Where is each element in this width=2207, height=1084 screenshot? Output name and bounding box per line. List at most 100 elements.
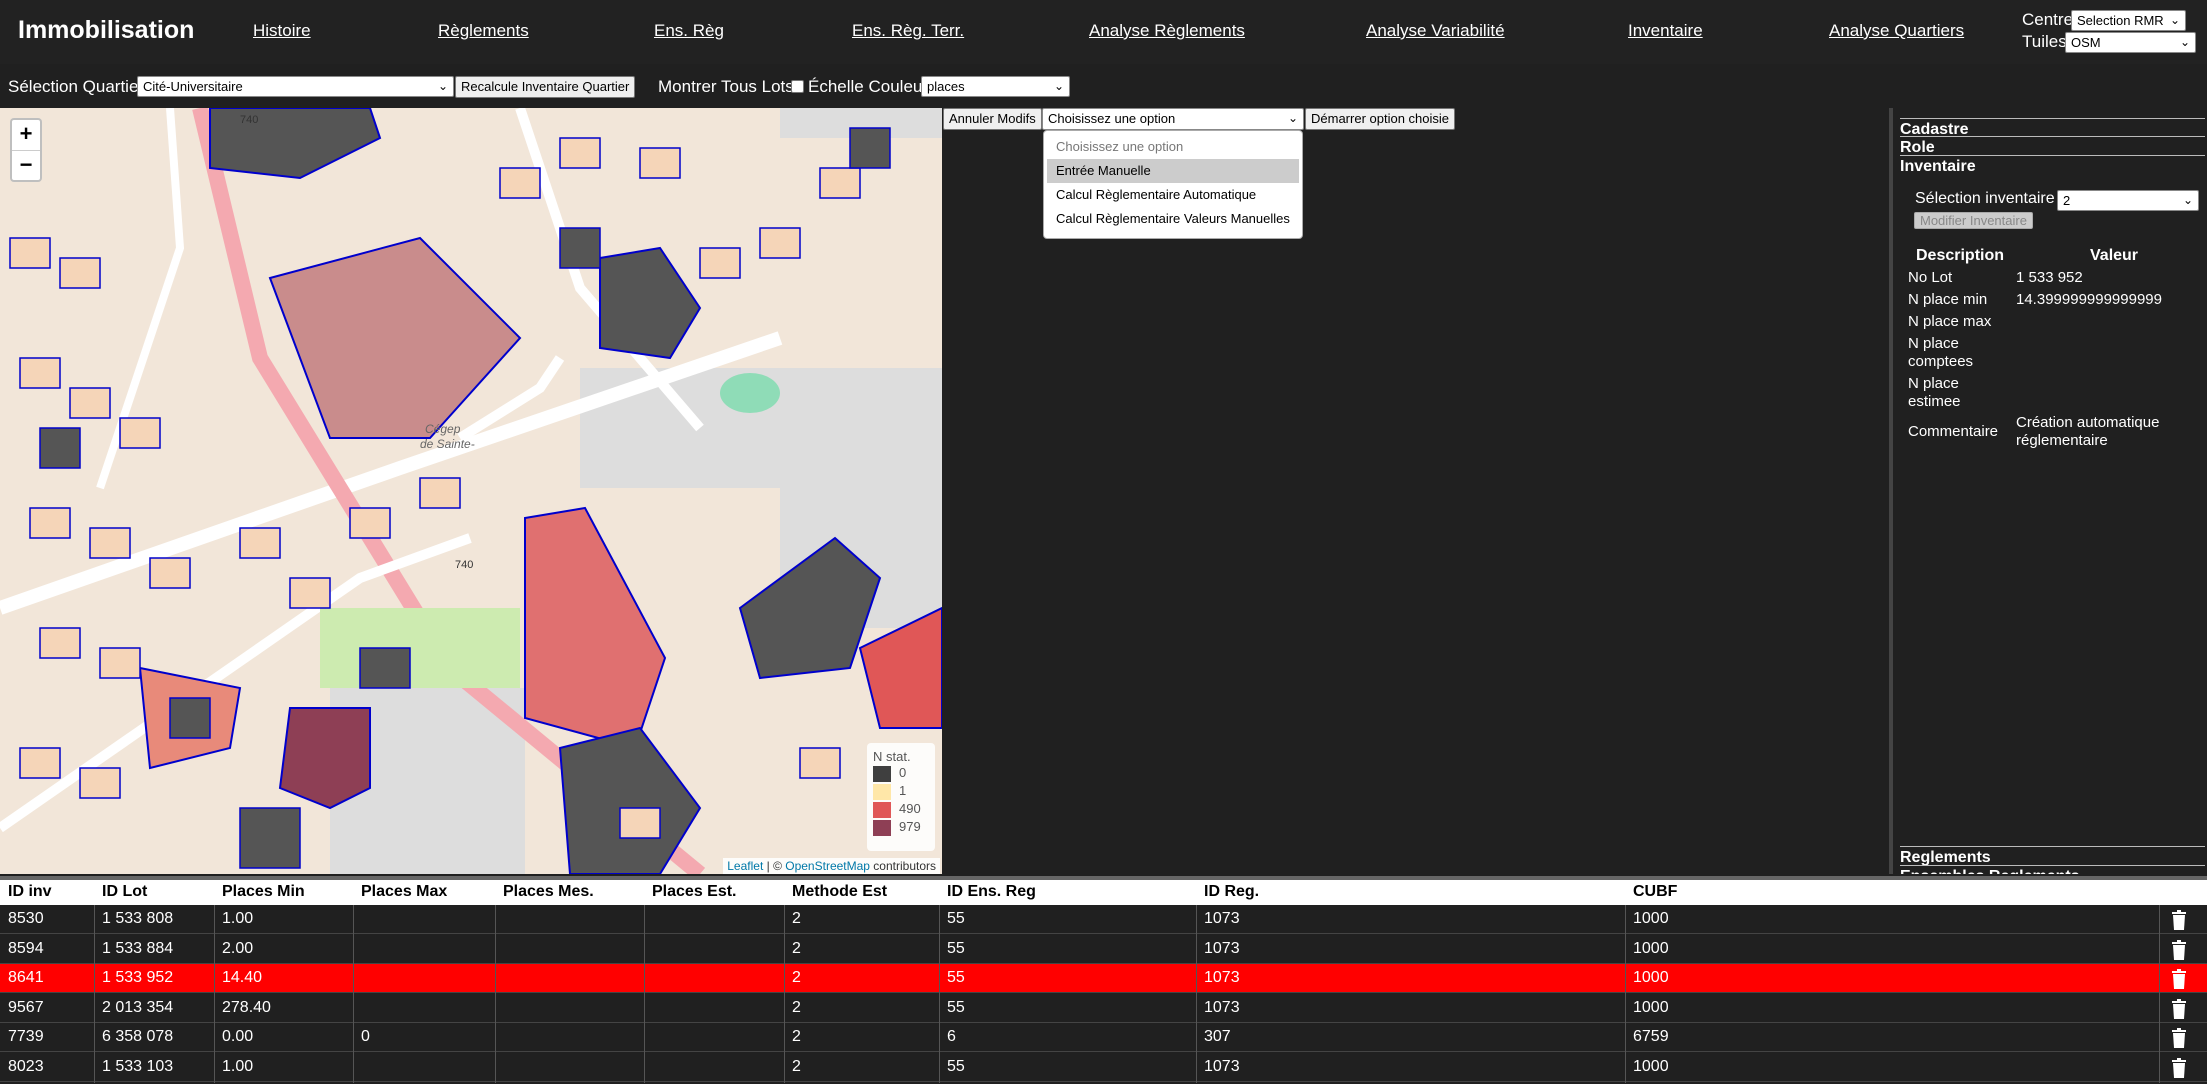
trash-icon[interactable] bbox=[2169, 998, 2189, 1020]
map[interactable]: Cégep de Sainte- 740 740 + − N stat. 0 1… bbox=[0, 108, 942, 874]
trash-icon[interactable] bbox=[2169, 1027, 2189, 1049]
zoom-out-button[interactable]: − bbox=[12, 150, 40, 180]
leaflet-link[interactable]: Leaflet bbox=[727, 859, 763, 873]
cancel-changes-button[interactable]: Annuler Modifs bbox=[943, 108, 1042, 130]
table-cell: 2 bbox=[792, 998, 801, 1016]
table-row[interactable]: 8594 1 533 884 2.00 2 55 1073 1000 bbox=[0, 935, 2207, 964]
th-places-max[interactable]: Places Max bbox=[361, 883, 447, 901]
nav-ens-reg[interactable]: Ens. Règ bbox=[654, 21, 724, 41]
table-head-description: Description bbox=[1916, 247, 2005, 264]
trash-icon[interactable] bbox=[2169, 968, 2189, 990]
table-cell: 1 533 884 bbox=[102, 939, 174, 957]
color-scale-select[interactable]: places ⌄ bbox=[921, 76, 1070, 97]
table-cell: 1073 bbox=[1204, 998, 1240, 1016]
row-val: 1 533 952 bbox=[2016, 269, 2083, 286]
th-methode-est[interactable]: Methode Est bbox=[792, 883, 887, 901]
legend-swatch bbox=[873, 801, 891, 818]
table-row[interactable]: 9567 2 013 354 278.40 2 55 1073 1000 bbox=[0, 994, 2207, 1023]
chevron-down-icon: ⌄ bbox=[1053, 79, 1064, 93]
nav-analyse-quartiers[interactable]: Analyse Quartiers bbox=[1829, 21, 1964, 41]
map-tiles: Cégep de Sainte- 740 740 bbox=[0, 108, 942, 874]
dropdown-option-auto[interactable]: Calcul Règlementaire Automatique bbox=[1047, 183, 1299, 207]
section-reglements[interactable]: Reglements bbox=[1900, 846, 2205, 867]
nav-reglements[interactable]: Règlements bbox=[438, 21, 529, 41]
svg-text:de Sainte-: de Sainte- bbox=[420, 437, 475, 451]
table-cell: 307 bbox=[1204, 1028, 1231, 1045]
trash-icon[interactable] bbox=[2169, 1057, 2189, 1079]
table-cell: 2 bbox=[792, 1028, 801, 1045]
table-cell: 14.40 bbox=[222, 969, 263, 986]
chevron-down-icon: ⌄ bbox=[2179, 35, 2190, 49]
chevron-down-icon: ⌄ bbox=[2182, 193, 2193, 207]
th-places-est[interactable]: Places Est. bbox=[652, 883, 737, 901]
inventory-select[interactable]: 2 ⌄ bbox=[2057, 190, 2199, 211]
th-cubf[interactable]: CUBF bbox=[1633, 883, 1677, 901]
nav-analyse-reglements[interactable]: Analyse Règlements bbox=[1089, 21, 1245, 41]
show-all-lots-checkbox[interactable] bbox=[791, 80, 804, 93]
table-cell: 6759 bbox=[1633, 1028, 1669, 1045]
table-cell: 1.00 bbox=[222, 910, 254, 927]
table-cell: 9567 bbox=[8, 998, 44, 1016]
dropdown-option-placeholder: Choisissez une option bbox=[1056, 139, 1184, 154]
column-divider bbox=[2159, 905, 2160, 1083]
table-cell: 6 358 078 bbox=[102, 1028, 174, 1045]
row-desc: Commentaire bbox=[1908, 423, 1999, 440]
app-title: Immobilisation bbox=[18, 16, 195, 44]
trash-icon[interactable] bbox=[2169, 939, 2189, 961]
column-divider bbox=[1625, 905, 1626, 1083]
th-id-ens-reg[interactable]: ID Ens. Reg bbox=[947, 883, 1036, 901]
column-divider bbox=[495, 905, 496, 1083]
table-cell: 1000 bbox=[1633, 1057, 1669, 1075]
quartier-select[interactable]: Cité-Universitaire ⌄ bbox=[137, 76, 454, 97]
th-places-min[interactable]: Places Min bbox=[222, 883, 305, 901]
chevron-down-icon: ⌄ bbox=[1287, 111, 1298, 125]
nav-ens-reg-terr[interactable]: Ens. Règ. Terr. bbox=[852, 21, 964, 41]
table-cell: 278.40 bbox=[222, 998, 271, 1016]
th-id-lot[interactable]: ID Lot bbox=[102, 883, 147, 901]
tuiles-label: Tuiles bbox=[2022, 32, 2067, 51]
tuiles-select[interactable]: OSM ⌄ bbox=[2065, 32, 2196, 53]
nav-inventaire[interactable]: Inventaire bbox=[1628, 21, 1703, 41]
nav-histoire[interactable]: Histoire bbox=[253, 21, 311, 41]
inventory-table: ID inv ID Lot Places Min Places Max Plac… bbox=[0, 876, 2207, 1083]
start-option-button[interactable]: Démarrer option choisie bbox=[1305, 108, 1456, 130]
section-inventaire[interactable]: Inventaire bbox=[1900, 155, 2205, 176]
top-header: Immobilisation Histoire Règlements Ens. … bbox=[0, 0, 2207, 64]
chevron-down-icon: ⌄ bbox=[437, 79, 448, 93]
trash-icon[interactable] bbox=[2169, 909, 2189, 931]
osm-link[interactable]: OpenStreetMap bbox=[785, 859, 870, 873]
th-places-mes[interactable]: Places Mes. bbox=[503, 883, 594, 901]
modify-inventory-button[interactable]: Modifier Inventaire bbox=[1914, 212, 2033, 229]
column-divider bbox=[214, 905, 215, 1083]
centre-select[interactable]: Selection RMR ⌄ bbox=[2071, 10, 2186, 31]
table-head-value: Valeur bbox=[2090, 247, 2139, 264]
row-desc: No Lot bbox=[1908, 269, 1953, 286]
table-cell: 1000 bbox=[1633, 998, 1669, 1016]
table-row[interactable]: 8641 1 533 952 14.40 2 55 1073 1000 bbox=[0, 964, 2207, 993]
row-desc: N place estimee bbox=[1908, 375, 1961, 410]
recalculate-inventory-button[interactable]: Recalcule Inventaire Quartier bbox=[455, 76, 636, 98]
option-select[interactable]: Choisissez une option ⌄ bbox=[1042, 108, 1304, 130]
table-cell: 0.00 bbox=[222, 1028, 254, 1045]
row-desc: N place min bbox=[1908, 291, 1988, 308]
zoom-control: + − bbox=[10, 118, 42, 182]
section-role[interactable]: Role bbox=[1900, 136, 2205, 157]
column-divider bbox=[1196, 905, 1197, 1083]
table-row[interactable]: 8530 1 533 808 1.00 2 55 1073 1000 bbox=[0, 905, 2207, 934]
section-ensembles-reglements[interactable]: Ensembles Reglements bbox=[1900, 865, 2205, 874]
legend-swatch bbox=[873, 783, 891, 800]
table-row[interactable]: 8023 1 533 103 1.00 2 55 1073 1000 bbox=[0, 1053, 2207, 1082]
row-desc: N place max bbox=[1908, 313, 1992, 330]
svg-text:740: 740 bbox=[240, 114, 258, 126]
table-row[interactable]: 7739 6 358 078 0.00 0 2 6 307 6759 bbox=[0, 1023, 2207, 1052]
zoom-in-button[interactable]: + bbox=[12, 120, 40, 150]
legend-swatch bbox=[873, 819, 891, 836]
dropdown-option-manual-values[interactable]: Calcul Règlementaire Valeurs Manuelles bbox=[1047, 207, 1299, 231]
th-id-inv[interactable]: ID inv bbox=[8, 883, 52, 901]
th-id-reg[interactable]: ID Reg. bbox=[1204, 883, 1259, 901]
table-cell: 55 bbox=[947, 998, 965, 1016]
centre-label: Centre bbox=[2022, 10, 2074, 29]
dropdown-option-manual[interactable]: Entrée Manuelle bbox=[1047, 159, 1299, 183]
table-cell: 1.00 bbox=[222, 1057, 254, 1075]
nav-analyse-variabilite[interactable]: Analyse Variabilité bbox=[1366, 21, 1505, 41]
